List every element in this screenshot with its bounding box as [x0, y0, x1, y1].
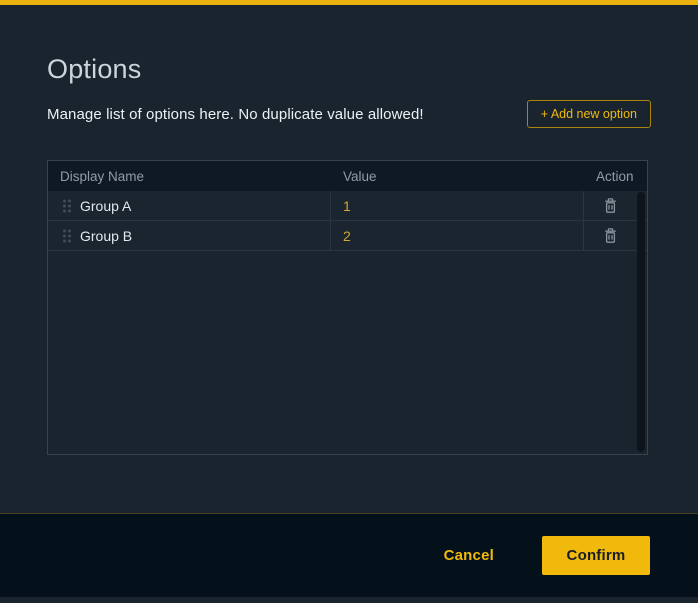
- table-header: Display Name Value Action: [48, 161, 647, 191]
- trash-icon: [603, 197, 618, 214]
- top-accent-bar: [0, 0, 698, 5]
- display-name-cell: Group A: [48, 191, 331, 220]
- options-table: Display Name Value Action Group A 1: [47, 160, 648, 455]
- confirm-button[interactable]: Confirm: [542, 536, 650, 575]
- option-display-name[interactable]: Group A: [78, 198, 131, 214]
- drag-handle-icon: [61, 228, 73, 244]
- trash-icon: [603, 227, 618, 244]
- table-row: Group B 2: [48, 221, 647, 251]
- column-header-value: Value: [331, 169, 584, 184]
- modal-subtitle: Manage list of options here. No duplicat…: [47, 106, 424, 123]
- cancel-button[interactable]: Cancel: [444, 547, 494, 564]
- option-value[interactable]: 1: [331, 191, 584, 220]
- drag-handle[interactable]: [56, 228, 78, 244]
- column-header-display-name: Display Name: [48, 169, 331, 184]
- drag-handle-icon: [61, 198, 73, 214]
- column-header-action: Action: [584, 169, 653, 184]
- drag-handle[interactable]: [56, 198, 78, 214]
- modal-title: Options: [47, 54, 141, 85]
- table-row: Group A 1: [48, 191, 647, 221]
- modal-footer: Cancel Confirm: [0, 513, 698, 597]
- delete-option-button[interactable]: [601, 225, 620, 246]
- option-display-name[interactable]: Group B: [78, 228, 132, 244]
- subtitle-row: Manage list of options here. No duplicat…: [47, 100, 651, 128]
- display-name-cell: Group B: [48, 221, 331, 250]
- delete-option-button[interactable]: [601, 195, 620, 216]
- add-new-option-button[interactable]: + Add new option: [527, 100, 651, 128]
- table-scrollbar[interactable]: [637, 192, 645, 452]
- option-value[interactable]: 2: [331, 221, 584, 250]
- options-modal: Options Manage list of options here. No …: [0, 0, 698, 603]
